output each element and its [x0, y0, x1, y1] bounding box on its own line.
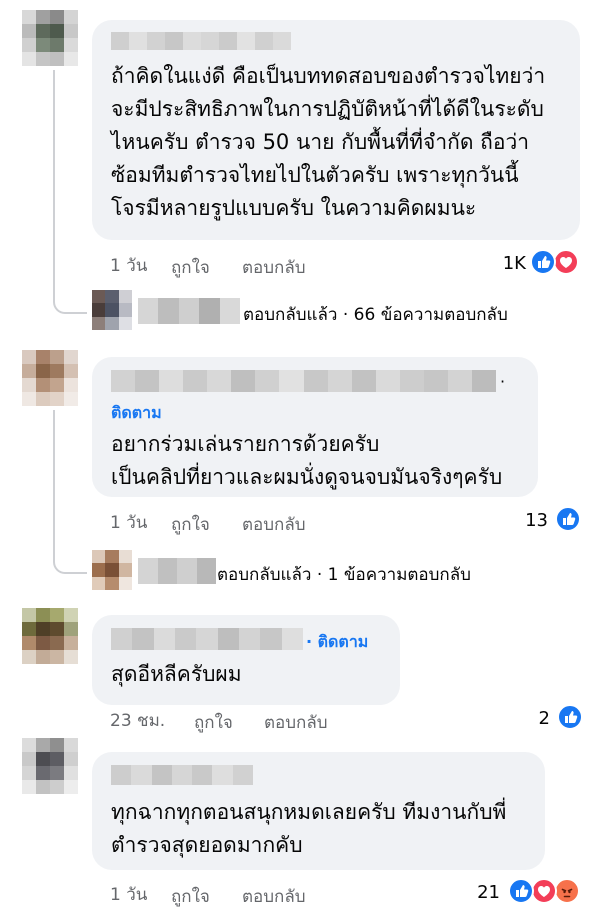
thread-elbow: [53, 530, 87, 574]
reaction-count[interactable]: 21: [474, 882, 500, 903]
like-icon[interactable]: [508, 878, 534, 904]
comment-line: ซ้อมทีมตำรวจไทยไปในตัวครับ เพราะทุกวันนี…: [111, 163, 519, 187]
author-name[interactable]: [111, 765, 253, 785]
like-icon[interactable]: [530, 249, 556, 275]
view-replies-link[interactable]: ตอบกลับแล้ว · 1 ข้อความตอบกลับ: [217, 561, 471, 588]
comment-time[interactable]: 1 วัน: [110, 881, 147, 908]
view-replies-link[interactable]: ตอบกลับแล้ว · 66 ข้อความตอบกลับ: [243, 301, 508, 328]
comment-line: เป็นคลิปที่ยาวและผมนั่งดูจนจบมันจริงๆครั…: [111, 465, 503, 489]
follow-button[interactable]: · ติดตาม: [306, 630, 368, 655]
avatar[interactable]: [22, 350, 78, 406]
reaction-count[interactable]: 2: [534, 708, 550, 729]
love-icon[interactable]: [531, 878, 557, 904]
comment-line: อยากร่วมเล่นรายการด้วยครับ: [111, 432, 380, 456]
thread-elbow: [53, 270, 87, 314]
comment-line: ไหนครับ ตำรวจ 50 นาย กับพื้นที่ที่จำกัด …: [111, 130, 530, 154]
like-button[interactable]: ถูกใจ: [171, 511, 210, 538]
avatar[interactable]: [22, 10, 78, 66]
thread-line: [53, 410, 55, 540]
comment-time[interactable]: 1 วัน: [110, 252, 147, 279]
reply-avatar[interactable]: [92, 290, 132, 330]
reply-button[interactable]: ตอบกลับ: [242, 511, 306, 538]
like-button[interactable]: ถูกใจ: [171, 254, 210, 281]
like-icon[interactable]: [555, 506, 581, 532]
comment-line: ถ้าคิดในแง่ดี คือเป็นบททดสอบของตำรวจไทยว…: [111, 64, 546, 88]
name-separator-dot: ·: [500, 372, 506, 391]
comment-line: ทุกฉากทุกตอนสนุกหมดเลยครับ ทีมงานกับพี่: [111, 800, 507, 824]
reaction-count[interactable]: 13: [522, 510, 548, 531]
like-icon[interactable]: [557, 704, 583, 730]
reply-author-name[interactable]: [138, 558, 216, 584]
comment-time[interactable]: 23 ชม.: [110, 707, 165, 734]
angry-icon[interactable]: [554, 878, 580, 904]
author-name[interactable]: [111, 370, 496, 392]
reply-author-name[interactable]: [138, 298, 240, 324]
follow-button[interactable]: ติดตาม: [111, 401, 162, 426]
comment-line: จะมีประสิทธิภาพในการปฏิบัติหน้าที่ได้ดีใ…: [111, 97, 544, 121]
like-button[interactable]: ถูกใจ: [171, 883, 210, 910]
thread-line: [53, 70, 55, 280]
author-name[interactable]: [111, 32, 291, 50]
comment-time[interactable]: 1 วัน: [110, 509, 147, 536]
avatar[interactable]: [22, 608, 78, 664]
love-icon[interactable]: [553, 249, 579, 275]
reply-avatar[interactable]: [92, 550, 132, 590]
reply-button[interactable]: ตอบกลับ: [242, 883, 306, 910]
like-button[interactable]: ถูกใจ: [194, 709, 233, 736]
comment-line: โจรมีหลายรูปแบบครับ ในความคิดผมนะ: [111, 196, 477, 220]
comment-line: สุดอีหลีครับผม: [111, 662, 242, 686]
reply-button[interactable]: ตอบกลับ: [242, 254, 306, 281]
reaction-count[interactable]: 1K: [496, 253, 526, 274]
avatar[interactable]: [22, 738, 78, 794]
author-name[interactable]: [111, 628, 303, 650]
reply-button[interactable]: ตอบกลับ: [264, 709, 328, 736]
comment-line: ตำรวจสุดยอดมากคับ: [111, 833, 303, 857]
